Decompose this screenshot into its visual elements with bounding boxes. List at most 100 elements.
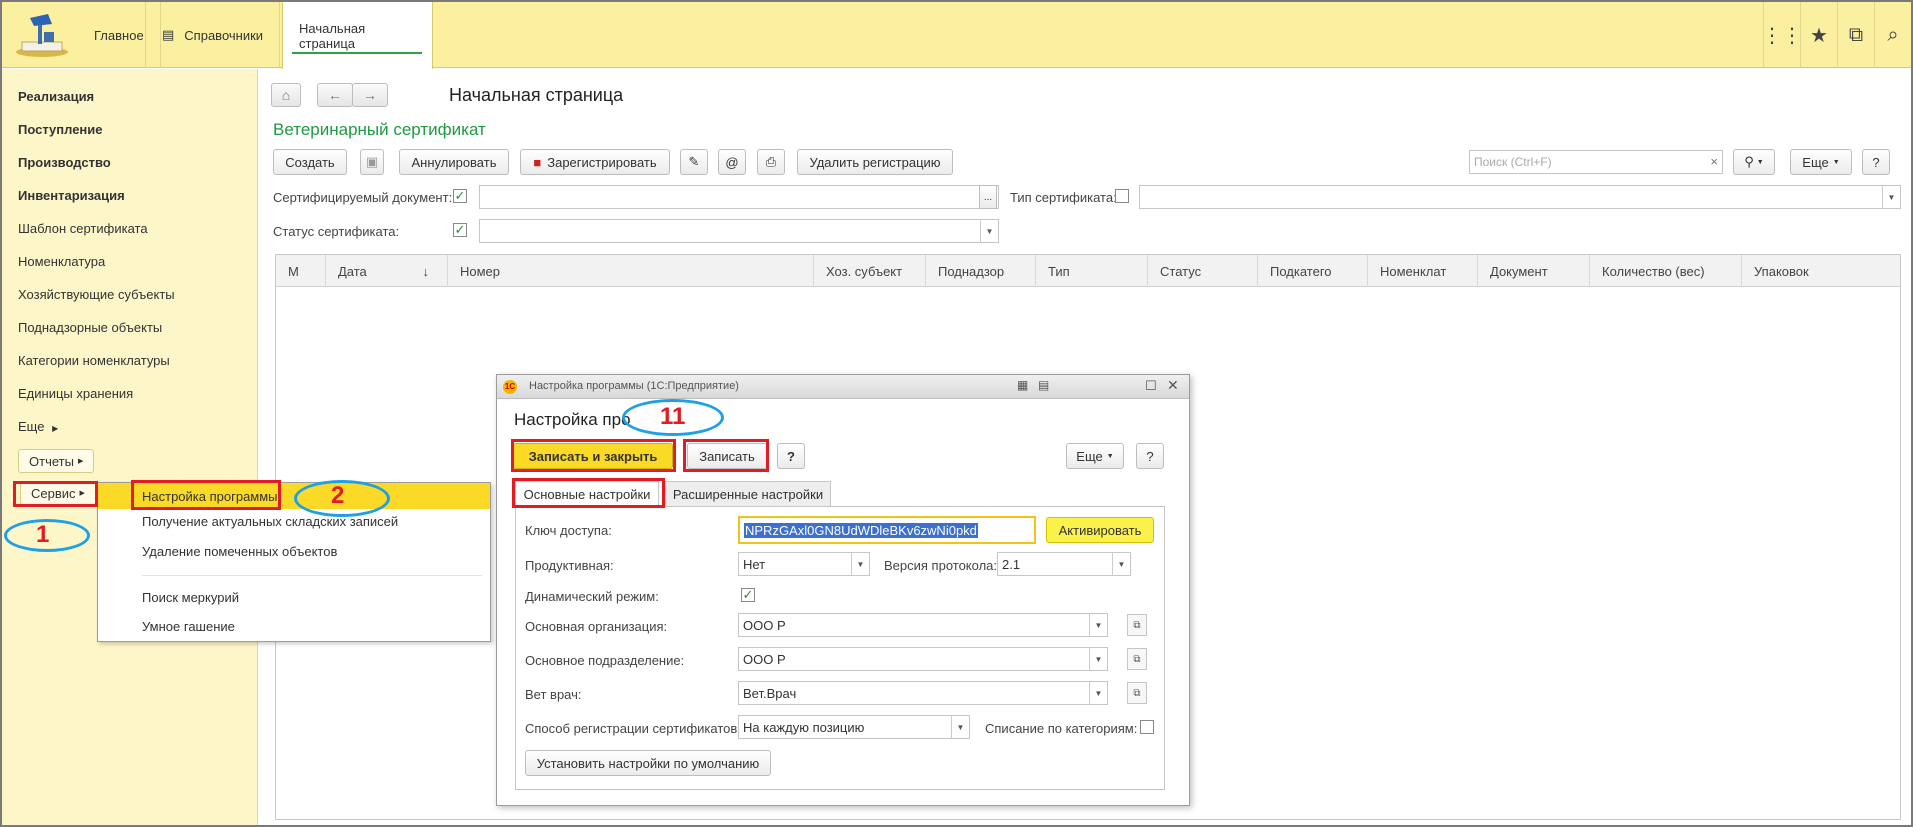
- chevron-down-icon[interactable]: ▼: [1089, 681, 1107, 705]
- callout-number-1: 1: [36, 521, 50, 548]
- search-button[interactable]: ⚲ ▼: [1733, 149, 1775, 175]
- menu-item-mercury-search[interactable]: Поиск меркурий: [98, 584, 490, 610]
- tab-advanced-settings[interactable]: Расширенные настройки: [665, 481, 831, 507]
- grid-icon[interactable]: ⋮⋮: [1762, 2, 1802, 68]
- chevron-down-icon[interactable]: ▼: [1882, 185, 1900, 209]
- productive-select[interactable]: Нет ▼: [738, 552, 870, 576]
- close-icon[interactable]: ✕: [1167, 377, 1179, 394]
- highlight-save-close: [511, 439, 676, 472]
- column-header-subcategory[interactable]: Подкатего: [1258, 255, 1368, 287]
- magnifier-icon: ⚲: [1744, 154, 1754, 169]
- sidebar-item-inventory[interactable]: Инвентаризация: [18, 188, 125, 203]
- activate-button[interactable]: Активировать: [1046, 517, 1154, 543]
- open-icon[interactable]: ⧉: [1127, 614, 1147, 636]
- reports-button[interactable]: Отчеты ▶: [18, 449, 95, 473]
- calculator-icon[interactable]: ▦: [1017, 378, 1028, 392]
- status-filter-checkbox[interactable]: ✓: [453, 223, 467, 237]
- dialog-more-label: Еще: [1076, 448, 1103, 464]
- nav-directories[interactable]: ▤ Справочники: [145, 2, 281, 68]
- menu-item-delete-marked[interactable]: Удаление помеченных объектов: [98, 538, 490, 564]
- chevron-down-icon[interactable]: ▼: [980, 219, 998, 243]
- nav-home-page[interactable]: Начальная страница: [282, 2, 433, 69]
- column-header-supervised[interactable]: Поднадзор: [926, 255, 1036, 287]
- chevron-down-icon[interactable]: ▼: [851, 552, 869, 576]
- active-tab-indicator: [292, 52, 422, 54]
- forward-button[interactable]: →: [352, 83, 388, 107]
- default-settings-button[interactable]: Установить настройки по умолчанию: [525, 750, 771, 776]
- menu-item-get-warehouse-records[interactable]: Получение актуальных складских записей: [98, 508, 490, 534]
- nav-main-label: Главное: [94, 27, 144, 43]
- help-button[interactable]: ?: [1862, 149, 1890, 175]
- column-header-status[interactable]: Статус: [1148, 255, 1258, 287]
- register-button[interactable]: ■ Зарегистрировать: [520, 149, 670, 175]
- sidebar-item-production[interactable]: Производство: [18, 155, 111, 170]
- writeoff-checkbox[interactable]: [1140, 720, 1154, 734]
- copy-button[interactable]: ▣: [360, 149, 384, 175]
- stamp-button[interactable]: ✎: [680, 149, 708, 175]
- reg-method-select[interactable]: На каждую позицию ▼: [738, 715, 970, 739]
- column-header-date[interactable]: Дата ↓: [326, 255, 448, 287]
- dialog-help-button[interactable]: ?: [777, 443, 805, 469]
- sidebar-item-sales[interactable]: Реализация: [18, 89, 94, 104]
- search-input[interactable]: Поиск (Ctrl+F) ×: [1469, 150, 1723, 174]
- access-key-input[interactable]: NPRzGAxl0GN8UdWDleBKv6zwNi0pkd: [738, 516, 1036, 544]
- sidebar-item-nomenclature-categories[interactable]: Категории номенклатуры: [18, 353, 170, 368]
- maximize-icon[interactable]: ☐: [1145, 378, 1157, 394]
- print-button[interactable]: ⎙: [757, 149, 785, 175]
- email-button[interactable]: @: [718, 149, 746, 175]
- main-org-value: ООО Р: [743, 617, 786, 633]
- column-header-nomenclature[interactable]: Номенклат: [1368, 255, 1478, 287]
- sidebar-item-storage-units[interactable]: Единицы хранения: [18, 386, 133, 401]
- more-label: Еще: [1802, 154, 1829, 170]
- calendar-icon[interactable]: ▤: [1038, 378, 1049, 392]
- sidebar-item-business-entities[interactable]: Хозяйствующие субъекты: [18, 287, 175, 302]
- doc-filter-checkbox[interactable]: ✓: [453, 189, 467, 203]
- chevron-down-icon[interactable]: ▼: [1089, 613, 1107, 637]
- history-icon[interactable]: ⧉: [1837, 2, 1874, 68]
- type-filter-checkbox[interactable]: [1115, 189, 1129, 203]
- sidebar-item-cert-template[interactable]: Шаблон сертификата: [18, 221, 148, 236]
- search-icon[interactable]: ⌕: [1874, 2, 1911, 68]
- protocol-select[interactable]: 2.1 ▼: [997, 552, 1131, 576]
- doc-filter-input[interactable]: [479, 185, 999, 209]
- create-button[interactable]: Создать: [273, 149, 347, 175]
- column-header-packages[interactable]: Упаковок: [1742, 255, 1902, 287]
- printer-icon: ⎙: [765, 154, 777, 169]
- star-icon[interactable]: ★: [1800, 2, 1837, 68]
- status-filter-input[interactable]: ▼: [479, 219, 999, 243]
- column-header-quantity[interactable]: Количество (вес): [1590, 255, 1742, 287]
- chevron-down-icon: ▼: [1106, 452, 1114, 460]
- remove-registration-button[interactable]: Удалить регистрацию: [797, 149, 953, 175]
- annul-button[interactable]: Аннулировать: [399, 149, 509, 175]
- app-logo-icon[interactable]: [14, 12, 70, 58]
- access-key-label: Ключ доступа:: [525, 523, 612, 538]
- main-org-input[interactable]: ООО Р ▼: [738, 613, 1108, 637]
- sidebar-item-nomenclature[interactable]: Номенклатура: [18, 254, 105, 269]
- dynamic-mode-checkbox[interactable]: ✓: [741, 588, 755, 602]
- dialog-more-button[interactable]: Еще ▼: [1066, 443, 1124, 469]
- chevron-down-icon[interactable]: ▼: [1112, 552, 1130, 576]
- vet-input[interactable]: Вет.Врач ▼: [738, 681, 1108, 705]
- column-header-entity[interactable]: Хоз. субъект: [814, 255, 926, 287]
- sidebar-item-supervised-objects[interactable]: Поднадзорные объекты: [18, 320, 162, 335]
- chevron-down-icon[interactable]: ▼: [951, 715, 969, 739]
- column-header-mark[interactable]: М: [276, 255, 326, 287]
- sidebar-item-receipts[interactable]: Поступление: [18, 122, 103, 137]
- open-icon[interactable]: ⧉: [1127, 648, 1147, 670]
- document-title: Ветеринарный сертификат: [273, 120, 486, 139]
- chevron-down-icon[interactable]: ▼: [1089, 647, 1107, 671]
- type-filter-input[interactable]: ▼: [1139, 185, 1901, 209]
- menu-item-smart-redemption[interactable]: Умное гашение: [98, 613, 490, 639]
- main-dept-input[interactable]: ООО Р ▼: [738, 647, 1108, 671]
- column-header-type[interactable]: Тип: [1036, 255, 1148, 287]
- clear-icon[interactable]: ×: [1710, 154, 1718, 169]
- doc-filter-select-button[interactable]: ...: [979, 185, 997, 209]
- more-button[interactable]: Еще ▼: [1790, 149, 1852, 175]
- open-icon[interactable]: ⧉: [1127, 682, 1147, 704]
- column-header-document[interactable]: Документ: [1478, 255, 1590, 287]
- home-button[interactable]: ⌂: [271, 83, 301, 107]
- back-button[interactable]: ←: [317, 83, 353, 107]
- column-header-number[interactable]: Номер: [448, 255, 814, 287]
- sidebar-item-more[interactable]: Еще ▶: [18, 419, 58, 434]
- dialog-help-button-2[interactable]: ?: [1136, 443, 1164, 469]
